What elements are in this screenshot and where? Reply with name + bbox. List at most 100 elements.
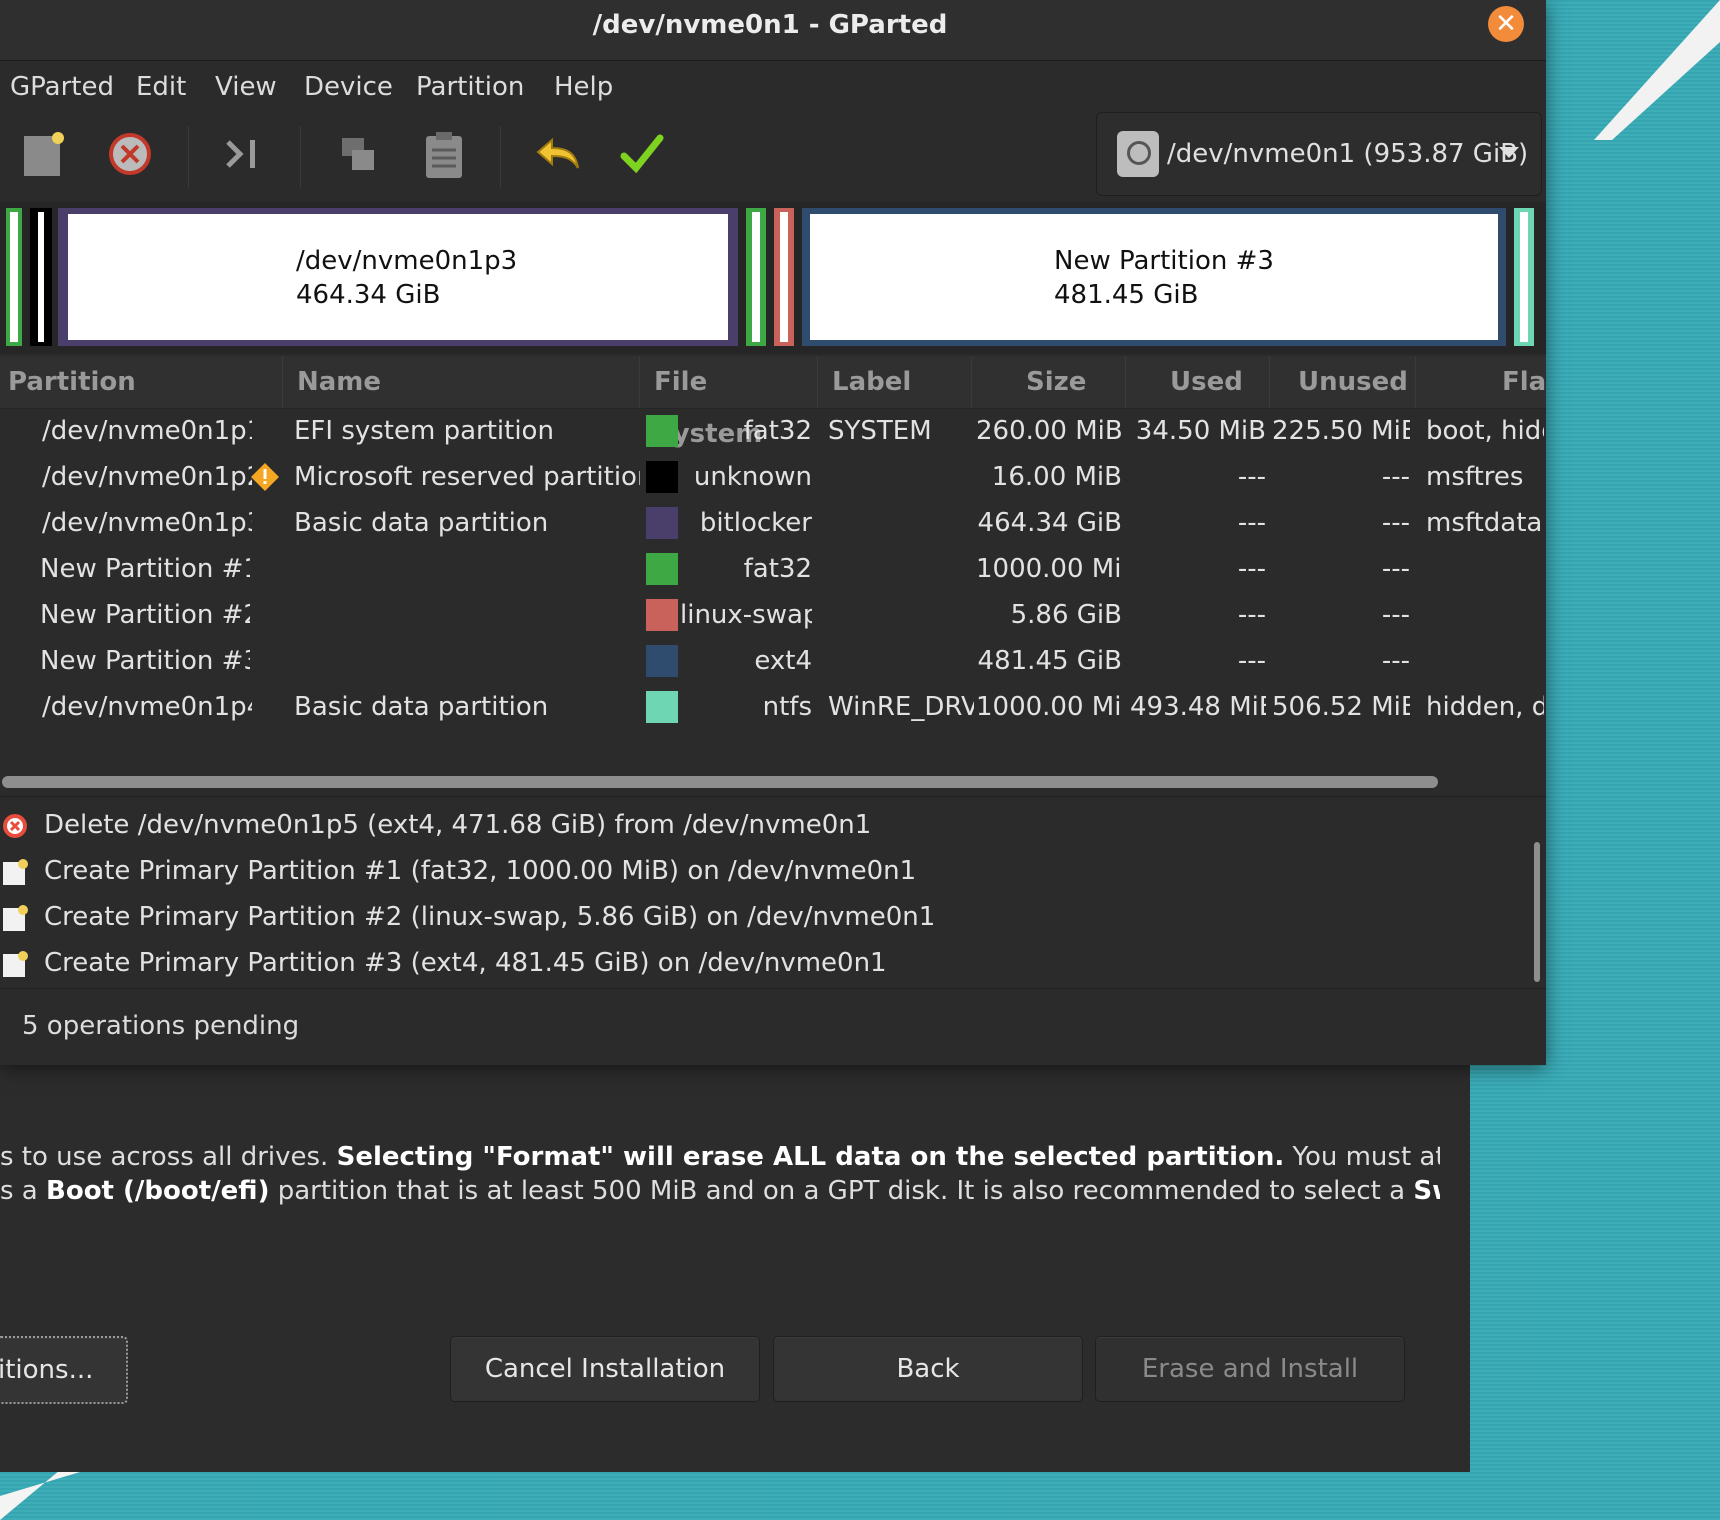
cell-unused: ---: [1381, 508, 1410, 538]
cell-unused: 225.50 MiB: [1272, 416, 1410, 446]
cell-label: SYSTEM: [828, 416, 932, 446]
cell-unused: ---: [1381, 600, 1410, 630]
column-header-filesystem[interactable]: File System: [642, 356, 818, 449]
cell-name: Microsoft reserved partition: [294, 462, 640, 492]
operation-text: Create Primary Partition #2 (linux-swap,…: [44, 902, 936, 932]
toolbar-separator: [188, 126, 189, 188]
cell-filesystem: bitlocker: [699, 508, 812, 538]
cell-flags: msftdata: [1426, 508, 1543, 538]
cancel-installation-label: Cancel Installation: [484, 1354, 726, 1384]
delete-icon[interactable]: [102, 126, 158, 182]
map-segment-new1[interactable]: [746, 208, 766, 346]
cancel-installation-button[interactable]: Cancel Installation: [450, 1336, 760, 1402]
table-row[interactable]: /dev/nvme0n1p1 EFI system partition fat32 S…: [0, 408, 1546, 454]
filesystem-color-swatch: [646, 645, 678, 677]
cell-filesystem: linux-swap: [680, 600, 812, 630]
map-segment-p1[interactable]: [6, 208, 22, 346]
map-segment-new2[interactable]: [774, 208, 794, 346]
filesystem-color-swatch: [646, 415, 678, 447]
apply-icon[interactable]: [614, 126, 670, 182]
menu-device[interactable]: Device: [304, 62, 393, 112]
table-row[interactable]: New Partition #2 linux-swap 5.86 GiB --- ---: [0, 592, 1546, 638]
cell-label: [828, 500, 974, 546]
toolbar-separator: [500, 126, 501, 188]
cell-size: 5.86 GiB: [1010, 600, 1122, 630]
cell-flags: msftres: [1426, 462, 1524, 492]
resize-move-icon[interactable]: [216, 126, 272, 182]
cell-partition: New Partition #2: [40, 600, 250, 630]
cell-label: [828, 638, 974, 684]
undo-icon[interactable]: [530, 126, 586, 182]
cell-unused: ---: [1381, 462, 1410, 492]
cell-unused: 506.52 MiB: [1272, 692, 1410, 722]
table-row[interactable]: /dev/nvme0n1p4 Basic data partition ntfs Wi…: [0, 684, 1546, 730]
cell-used: ---: [1237, 462, 1266, 492]
filesystem-color-swatch: [646, 553, 678, 585]
cell-label: [828, 592, 974, 638]
copy-icon[interactable]: [330, 126, 386, 182]
menu-edit[interactable]: Edit: [136, 62, 186, 112]
erase-and-install-button: Erase and Install: [1095, 1336, 1405, 1402]
erase-and-install-label: Erase and Install: [1141, 1354, 1359, 1384]
map-segment-p4[interactable]: [1514, 208, 1534, 346]
table-row[interactable]: /dev/nvme0n1p3 Basic data partition bitloc…: [0, 500, 1546, 546]
map-segment-p2[interactable]: [30, 208, 52, 346]
cell-used: ---: [1237, 600, 1266, 630]
menu-partition[interactable]: Partition: [416, 62, 524, 112]
paste-icon[interactable]: [416, 126, 472, 182]
horizontal-scrollbar[interactable]: [2, 776, 1438, 788]
operation-text: Create Primary Partition #1 (fat32, 1000…: [44, 856, 917, 886]
operations-scrollbar[interactable]: [1534, 842, 1540, 982]
column-header-partition[interactable]: Partition: [8, 356, 283, 408]
device-selector[interactable]: /dev/nvme0n1 (953.87 GiB): [1096, 112, 1542, 196]
cell-used: ---: [1237, 554, 1266, 584]
cell-name: Basic data partition: [294, 508, 549, 538]
column-header-size[interactable]: Size: [974, 356, 1126, 408]
cell-used: ---: [1237, 508, 1266, 538]
column-header-label[interactable]: Label: [820, 356, 972, 408]
cell-name: [294, 546, 640, 592]
cell-flags: [1426, 546, 1544, 592]
warning-icon: [250, 462, 280, 492]
column-header-name[interactable]: Name: [284, 356, 640, 408]
new-partition-icon[interactable]: [14, 126, 70, 182]
status-text: 5 operations pending: [22, 1011, 300, 1041]
cell-size: 1000.00 MiB: [976, 554, 1122, 584]
menu-view[interactable]: View: [215, 62, 277, 112]
delete-icon: [0, 810, 30, 840]
cell-partition: /dev/nvme0n1p1: [42, 416, 252, 446]
column-header-used[interactable]: Used: [1128, 356, 1270, 408]
modify-partitions-button[interactable]: itions...: [0, 1336, 128, 1404]
map-segment-new3[interactable]: New Partition #3 481.45 GiB: [802, 208, 1506, 346]
map-segment-p3-name: /dev/nvme0n1p3: [296, 246, 518, 276]
table-row[interactable]: New Partition #3 ext4 481.45 GiB --- ---: [0, 638, 1546, 684]
toolbar-separator: [300, 126, 301, 188]
column-header-unused[interactable]: Unused: [1272, 356, 1416, 408]
back-button[interactable]: Back: [773, 1336, 1083, 1402]
table-row[interactable]: New Partition #1 fat32 1000.00 MiB --- ---: [0, 546, 1546, 592]
cell-unused: ---: [1381, 646, 1410, 676]
operation-text: Create Primary Partition #3 (ext4, 481.4…: [44, 948, 887, 978]
cell-label: WinRE_DRV: [828, 692, 974, 722]
back-label: Back: [896, 1354, 960, 1384]
cell-name: [294, 592, 640, 638]
modify-partitions-label: itions...: [0, 1355, 94, 1385]
cell-size: 1000.00 MiB: [976, 692, 1122, 722]
menu-gparted[interactable]: GParted: [10, 62, 114, 112]
filesystem-color-swatch: [646, 507, 678, 539]
cell-name: [294, 638, 640, 684]
disk-icon: [1117, 131, 1159, 177]
filesystem-color-swatch: [646, 599, 678, 631]
chevron-down-icon: [1499, 147, 1519, 158]
cell-filesystem: unknown: [693, 462, 812, 492]
cell-filesystem: fat32: [743, 416, 812, 446]
table-row[interactable]: /dev/nvme0n1p2 Microsoft reserved partiti…: [0, 454, 1546, 500]
new-partition-icon: [0, 856, 30, 886]
cell-filesystem: fat32: [743, 554, 812, 584]
cell-size: 481.45 GiB: [977, 646, 1122, 676]
column-header-flags[interactable]: Flag: [1418, 356, 1546, 408]
menu-help[interactable]: Help: [554, 62, 613, 112]
close-icon[interactable]: ✕: [1488, 6, 1524, 42]
map-segment-p3[interactable]: /dev/nvme0n1p3 464.34 GiB: [58, 208, 738, 346]
cell-partition: New Partition #1: [40, 554, 250, 584]
